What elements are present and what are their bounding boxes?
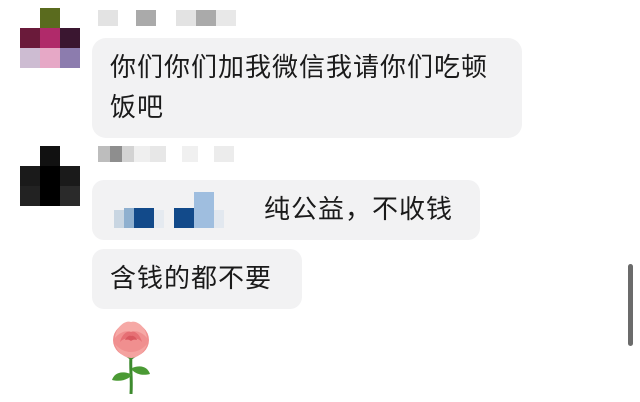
message-text: 你们你们加我微信我请你们吃顿饭吧 (110, 53, 489, 123)
sender-name-blurred (98, 10, 236, 26)
blurred-content (114, 192, 224, 228)
sender-name-blurred (98, 146, 234, 162)
message-text: 含钱的都不要 (110, 264, 273, 294)
message-bubble[interactable]: 纯公益，不收钱 (92, 180, 480, 240)
scrollbar[interactable] (628, 264, 633, 346)
message-text: 纯公益，不收钱 (264, 195, 454, 225)
avatar[interactable] (20, 8, 80, 68)
message-bubble[interactable]: 你们你们加我微信我请你们吃顿饭吧 (92, 38, 522, 138)
chat-window: 你们你们加我微信我请你们吃顿饭吧 纯公益，不收钱 含钱的都不要 (0, 0, 640, 402)
rose-icon[interactable] (106, 318, 156, 394)
message-bubble[interactable]: 含钱的都不要 (92, 249, 302, 309)
avatar[interactable] (20, 146, 80, 206)
